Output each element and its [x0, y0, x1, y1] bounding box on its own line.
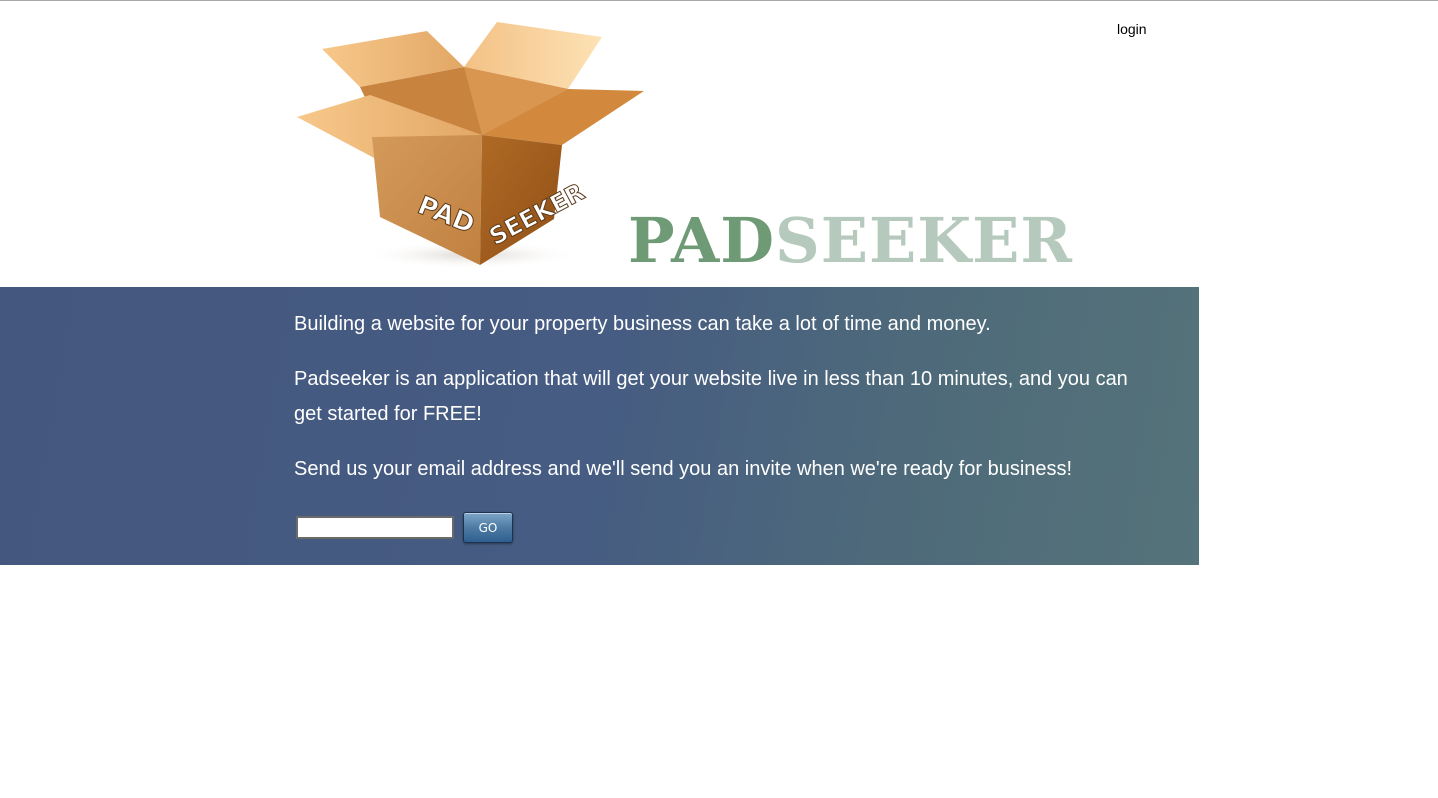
- wordmark: PADSEEKER: [628, 206, 1073, 276]
- wordmark-seeker: SEEKER: [774, 204, 1073, 277]
- intro-paragraph-3: Send us your email address and we'll sen…: [294, 458, 1073, 480]
- intro-paragraph-1: Building a website for your property bus…: [294, 313, 991, 335]
- go-button[interactable]: GO: [463, 512, 513, 543]
- hero-banner: Building a website for your property bus…: [0, 287, 1199, 565]
- email-input[interactable]: [296, 516, 454, 539]
- login-link[interactable]: login: [1117, 21, 1147, 37]
- intro-paragraph-2: Padseeker is an application that will ge…: [294, 368, 1128, 425]
- banner-text: Building a website for your property bus…: [294, 307, 1144, 507]
- wordmark-pad: PAD: [628, 204, 775, 277]
- box-logo: PAD SEEKER: [297, 22, 644, 269]
- header: login PAD SEEKER PADSEEKER: [0, 1, 1438, 287]
